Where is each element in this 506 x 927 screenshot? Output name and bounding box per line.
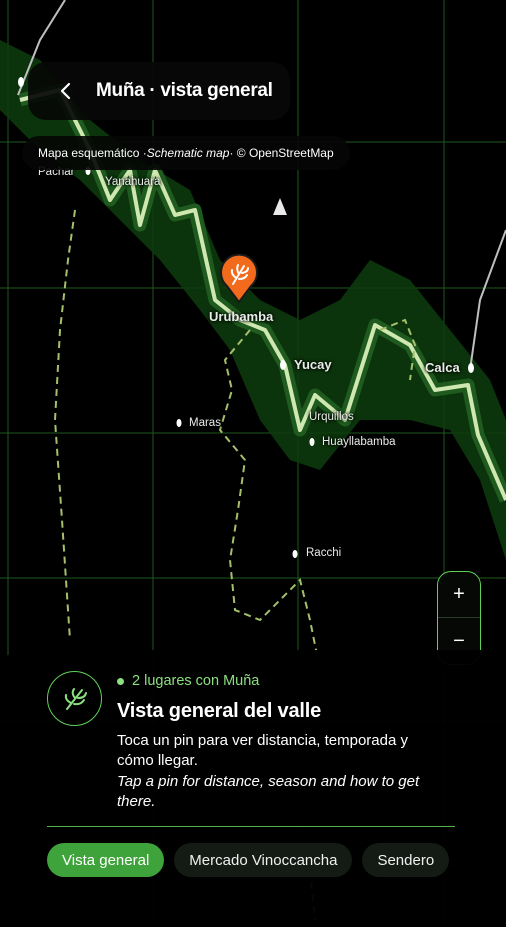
sheet-meta: 2 lugares con Muña — [117, 673, 259, 689]
status-dot — [117, 677, 124, 685]
divider — [47, 826, 455, 827]
attribution-en: Schematic map — [146, 146, 230, 160]
page-title: Muña · vista general — [96, 80, 273, 101]
chip-sendero[interactable]: Sendero — [362, 843, 450, 877]
attribution-es: Mapa esquemático · — [38, 146, 147, 160]
place-label-yucay: Yucay — [294, 357, 332, 372]
place-label-urquillos: Urquillos — [309, 411, 354, 423]
sheet-description-en: Tap a pin for distance, season and how t… — [117, 773, 420, 810]
back-button[interactable] — [52, 77, 80, 105]
attribution-credit: · © OpenStreetMap — [229, 146, 334, 160]
places-count: 2 lugares con Muña — [132, 673, 260, 689]
map-attribution: Mapa esquemático · Schematic map · © Ope… — [22, 136, 350, 170]
leaf-icon — [64, 687, 87, 710]
bottom-sheet: 2 lugares con Muña Vista general del val… — [0, 650, 506, 927]
sheet-title: Vista general del valle — [117, 700, 322, 722]
chip-mercado-vinoccancha[interactable]: Mercado Vinoccancha — [174, 843, 353, 877]
place-label-calca: Calca — [425, 360, 460, 375]
place-label-urubamba: Urubamba — [209, 309, 274, 324]
sheet-description: Toca un pin para ver distancia, temporad… — [117, 732, 408, 769]
chip-vista-general[interactable]: Vista general — [47, 843, 165, 877]
sheet-icon — [47, 671, 102, 726]
back-arrow-icon — [60, 82, 71, 100]
place-label-racchi: Racchi — [306, 547, 342, 559]
zoom-in-button[interactable]: + — [438, 572, 480, 618]
place-label-maras: Maras — [189, 417, 221, 429]
place-label-huayllabamba: Huayllabamba — [322, 436, 396, 448]
map-pin-muna[interactable] — [217, 252, 261, 304]
chip-row: Vista general Mercado Vinoccancha Sender… — [47, 843, 450, 877]
place-label-yanahuara: Yanahuara — [105, 176, 161, 188]
header-bar: Muña · vista general — [28, 62, 290, 120]
